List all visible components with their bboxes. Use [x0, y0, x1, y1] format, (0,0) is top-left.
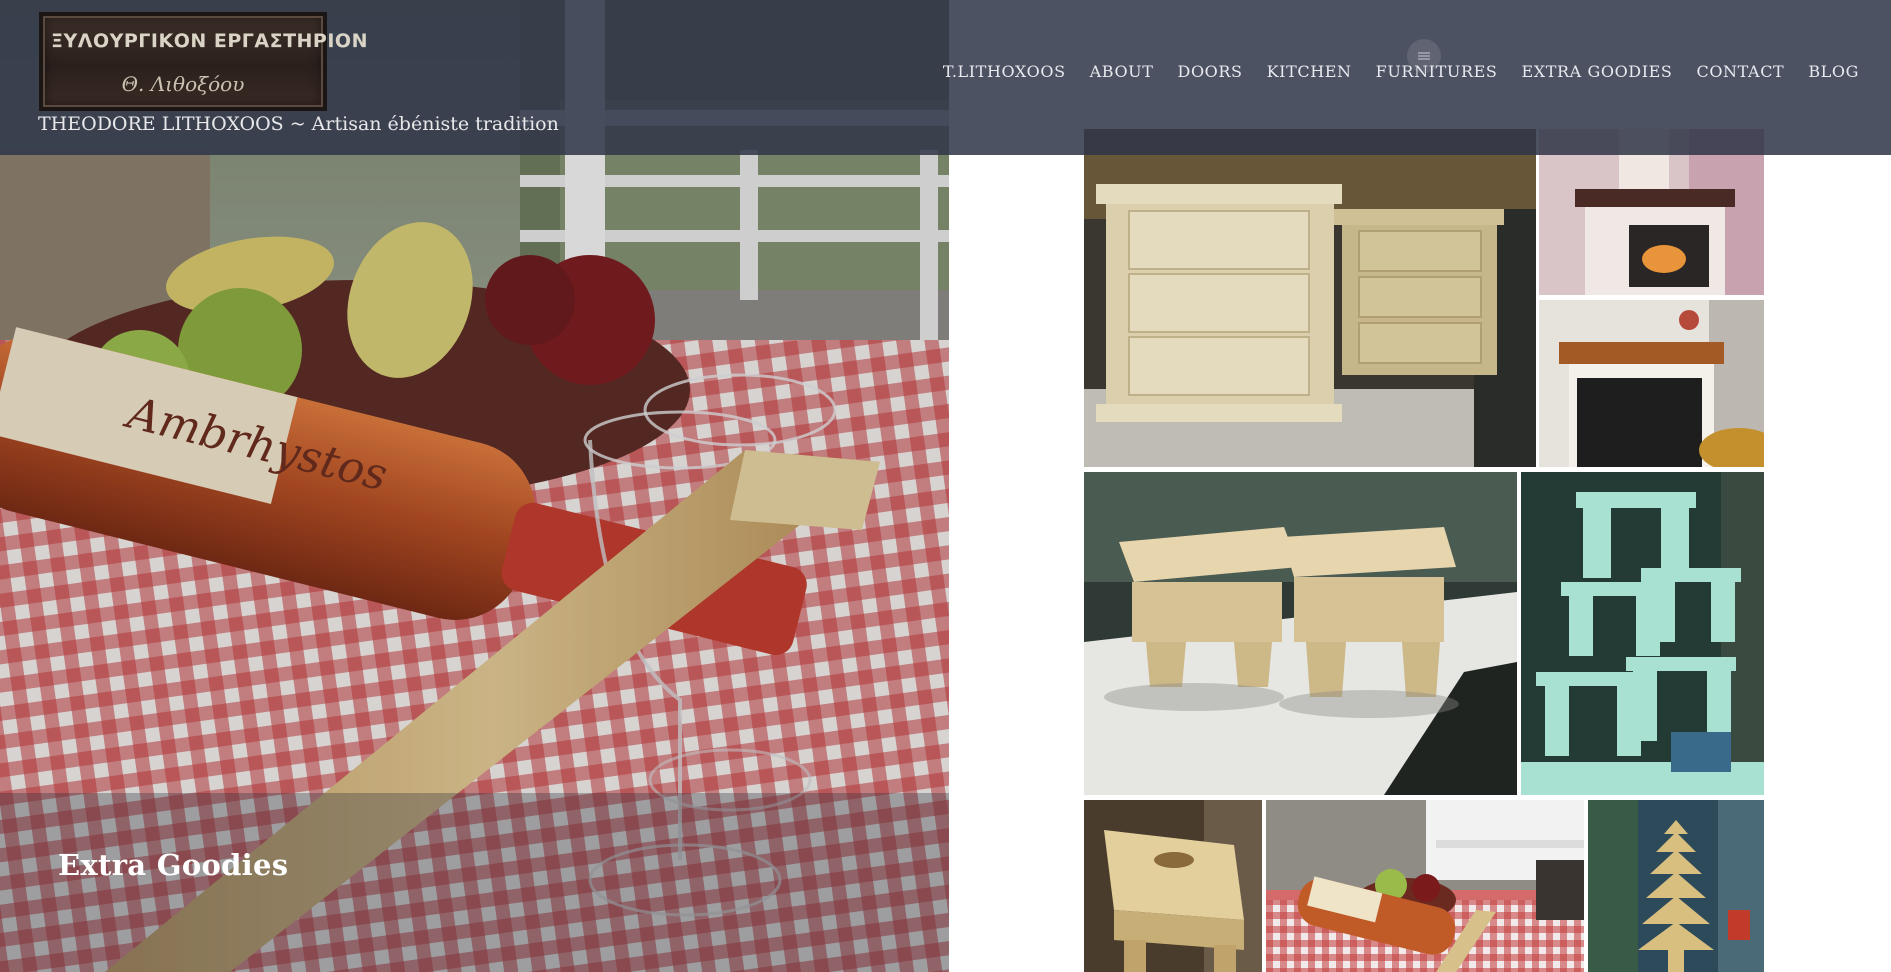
nav-item-about[interactable]: ABOUT: [1078, 62, 1166, 81]
gallery-item-wooden-bench[interactable]: [1084, 800, 1262, 972]
nav-item-kitchen[interactable]: KITCHEN: [1255, 62, 1364, 81]
logo-text-line2: Θ. Λιθοξόου: [121, 72, 245, 96]
site-header: ΞΥΛΟΥΡΓΙΚΟΝ ΕΡΓΑΣΤΗΡΙΟΝ Θ. Λιθοξόου THEO…: [0, 0, 1891, 155]
nav-item-t-lithoxoos[interactable]: T.LITHOXOOS: [931, 62, 1078, 81]
site-tagline: THEODORE LITHOXOOS ~ Artisan ébéniste tr…: [38, 113, 559, 135]
main-nav: T.LITHOXOOS ABOUT DOORS KITCHEN FURNITUR…: [931, 62, 1859, 81]
hero-caption: Extra Goodies: [58, 848, 289, 882]
site-logo[interactable]: ΞΥΛΟΥΡΓΙΚΟΝ ΕΡΓΑΣΤΗΡΙΟΝ Θ. Λιθοξόου: [39, 12, 368, 111]
nav-item-extra-goodies[interactable]: EXTRA GOODIES: [1509, 62, 1684, 81]
logo-text-line1: ΞΥΛΟΥΡΓΙΚΟΝ ΕΡΓΑΣΤΗΡΙΟΝ: [51, 30, 368, 52]
gallery-item-stools[interactable]: [1084, 472, 1517, 795]
nav-item-furnitures[interactable]: FURNITURES: [1364, 62, 1510, 81]
nav-item-contact[interactable]: CONTACT: [1684, 62, 1796, 81]
gallery-item-wine-holder[interactable]: [1266, 800, 1584, 972]
gallery-item-nightstands[interactable]: [1084, 129, 1536, 467]
nav-item-blog[interactable]: BLOG: [1796, 62, 1859, 81]
hero-caption-band: [0, 793, 949, 972]
gallery-item-wooden-tree[interactable]: [1588, 800, 1764, 972]
nav-item-doors[interactable]: DOORS: [1166, 62, 1255, 81]
gallery-item-fireplace-mantel[interactable]: [1539, 300, 1764, 467]
gallery-item-stacked-stools[interactable]: [1521, 472, 1764, 795]
